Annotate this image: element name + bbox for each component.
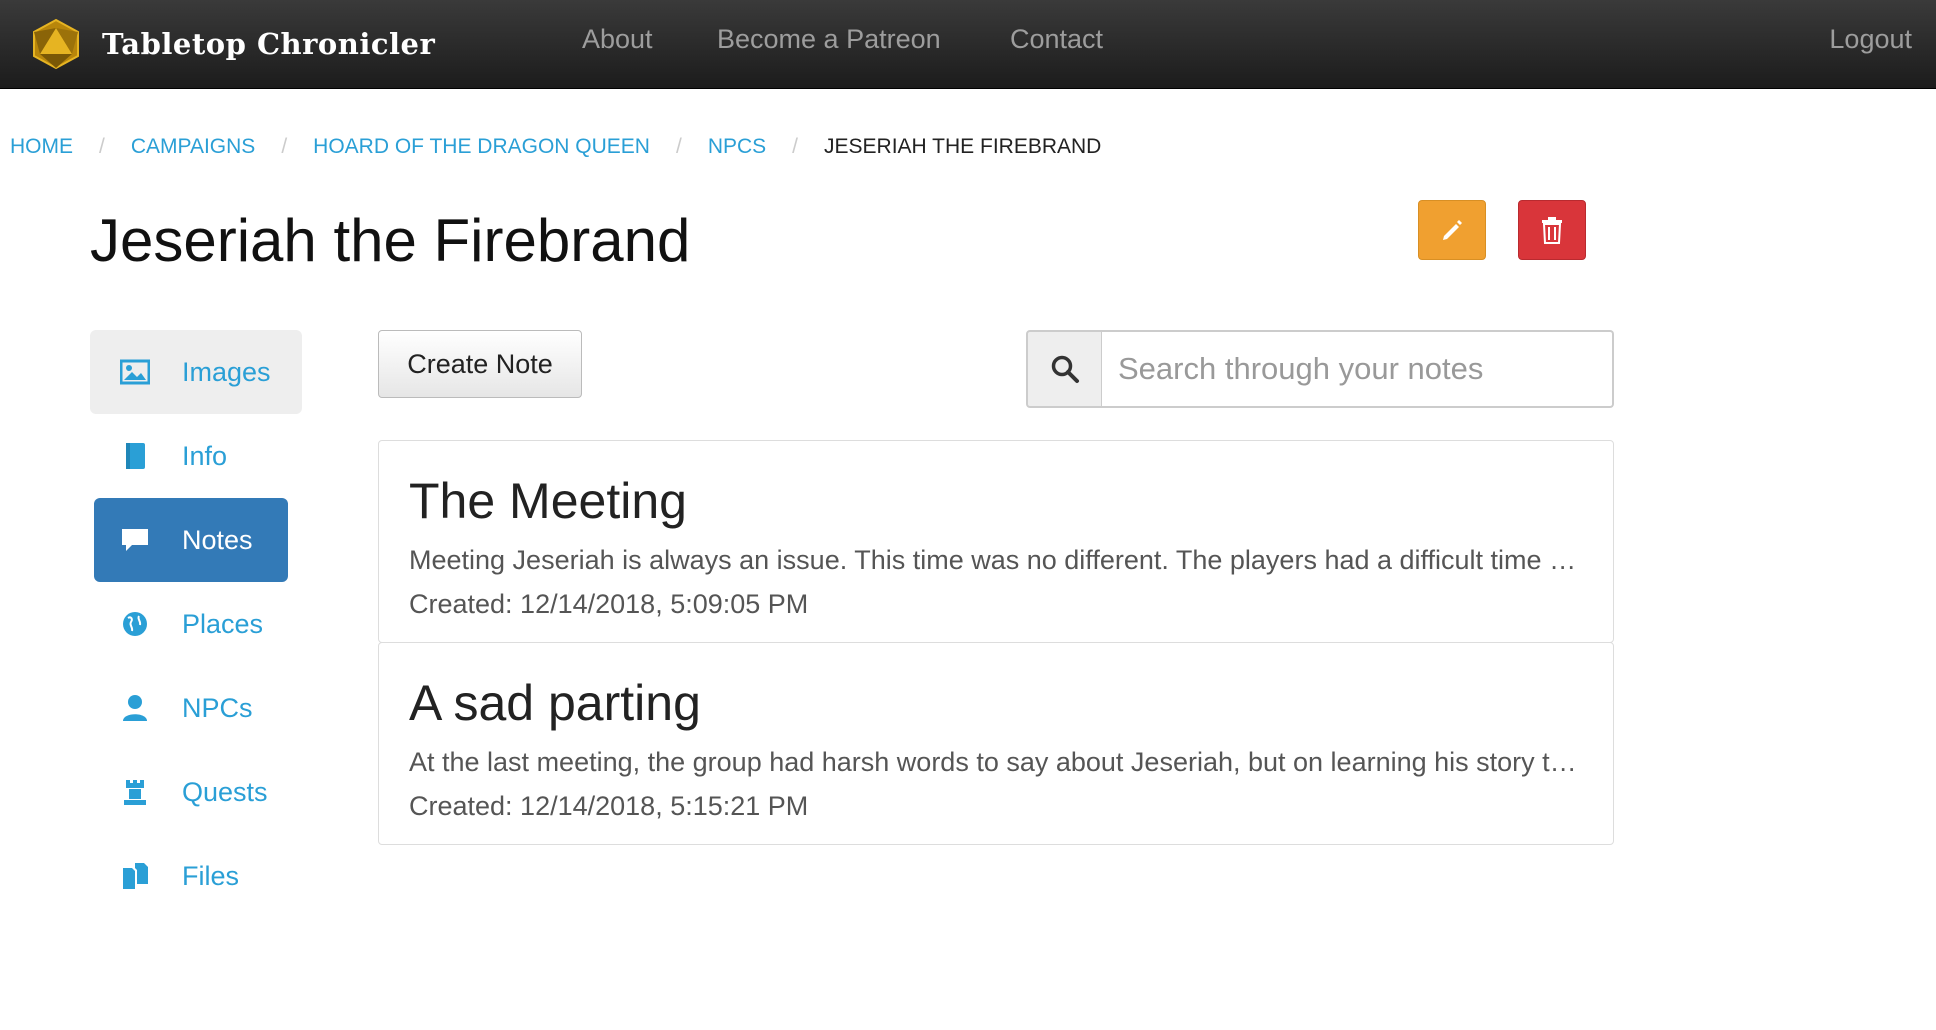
entity-sidenav: Images Info Notes Places NPCs Quests Fil… bbox=[90, 330, 302, 918]
sidenav-item-places[interactable]: Places bbox=[90, 582, 302, 666]
sidenav-label: Quests bbox=[182, 777, 268, 807]
sidenav-item-notes[interactable]: Notes bbox=[94, 498, 288, 582]
globe-icon bbox=[120, 610, 150, 638]
book-icon bbox=[120, 442, 150, 470]
sidenav-label: NPCs bbox=[182, 693, 253, 723]
brand[interactable]: Tabletop Chronicler bbox=[30, 14, 435, 74]
note-created: Created: 12/14/2018, 5:15:21 PM bbox=[409, 791, 809, 821]
sidenav-label: Images bbox=[182, 357, 271, 387]
notes-list: The Meeting Meeting Jeseriah is always a… bbox=[378, 440, 1614, 845]
comment-icon bbox=[120, 526, 150, 554]
note-title: The Meeting bbox=[409, 473, 687, 529]
breadcrumb: HOME / CAMPAIGNS / HOARD OF THE DRAGON Q… bbox=[10, 133, 1101, 161]
search-icon bbox=[1051, 355, 1079, 383]
user-icon bbox=[120, 694, 150, 722]
edit-button[interactable] bbox=[1418, 200, 1486, 260]
rook-icon bbox=[120, 778, 150, 806]
sidenav-label: Info bbox=[182, 441, 228, 471]
note-created: Created: 12/14/2018, 5:09:05 PM bbox=[409, 589, 809, 619]
sidenav-label: Files bbox=[182, 861, 240, 891]
sidenav-item-images[interactable]: Images bbox=[90, 330, 302, 414]
page-title: Jeseriah the Firebrand bbox=[90, 207, 691, 274]
breadcrumb-campaigns[interactable]: CAMPAIGNS bbox=[131, 135, 255, 159]
logout-link[interactable]: Logout bbox=[1829, 22, 1912, 56]
breadcrumb-home[interactable]: HOME bbox=[10, 135, 73, 159]
breadcrumb-npcs[interactable]: NPCS bbox=[708, 135, 766, 159]
top-navbar: Tabletop Chronicler About Become a Patre… bbox=[0, 0, 1936, 89]
search-addon[interactable] bbox=[1026, 330, 1102, 408]
note-title: A sad parting bbox=[409, 675, 701, 731]
breadcrumb-separator: / bbox=[99, 135, 105, 158]
note-card[interactable]: A sad parting At the last meeting, the g… bbox=[378, 642, 1614, 845]
breadcrumb-campaign[interactable]: HOARD OF THE DRAGON QUEEN bbox=[313, 135, 650, 159]
note-excerpt: Meeting Jeseriah is always an issue. Thi… bbox=[409, 545, 1583, 575]
sidenav-label: Places bbox=[182, 609, 264, 639]
nav-about-link[interactable]: About bbox=[582, 22, 653, 56]
trash-icon bbox=[1542, 217, 1562, 244]
d20-logo-icon bbox=[33, 18, 79, 70]
delete-button[interactable] bbox=[1518, 200, 1586, 260]
nav-contact-link[interactable]: Contact bbox=[1010, 22, 1103, 56]
note-excerpt: At the last meeting, the group had harsh… bbox=[409, 747, 1583, 777]
note-card[interactable]: The Meeting Meeting Jeseriah is always a… bbox=[378, 440, 1614, 643]
notes-search bbox=[1026, 330, 1614, 408]
breadcrumb-separator: / bbox=[792, 135, 799, 158]
brand-name: Tabletop Chronicler bbox=[102, 27, 436, 61]
image-icon bbox=[120, 358, 150, 386]
files-icon bbox=[120, 862, 150, 890]
sidenav-label: Notes bbox=[182, 525, 253, 555]
sidenav-item-quests[interactable]: Quests bbox=[90, 750, 302, 834]
breadcrumb-separator: / bbox=[281, 135, 288, 158]
pencil-icon bbox=[1443, 220, 1462, 240]
nav-patreon-link[interactable]: Become a Patreon bbox=[717, 22, 941, 56]
create-note-button[interactable]: Create Note bbox=[378, 330, 582, 398]
sidenav-item-info[interactable]: Info bbox=[90, 414, 302, 498]
search-input[interactable] bbox=[1102, 330, 1614, 408]
breadcrumb-current: JESERIAH THE FIREBRAND bbox=[824, 135, 1102, 158]
sidenav-item-npcs[interactable]: NPCs bbox=[90, 666, 302, 750]
sidenav-item-files[interactable]: Files bbox=[90, 834, 302, 918]
breadcrumb-separator: / bbox=[675, 135, 682, 158]
